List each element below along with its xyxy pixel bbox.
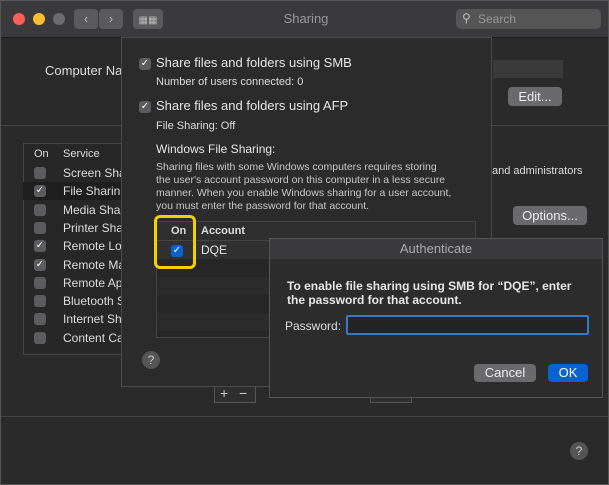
service-label: Screen Sha <box>63 166 126 180</box>
service-label: File Sharin <box>63 184 121 199</box>
divider <box>1 416 608 417</box>
back-button[interactable]: ‹ <box>74 9 98 29</box>
grid-icon: ▦▦ <box>138 15 158 26</box>
add-button[interactable]: + <box>220 385 228 401</box>
service-checkbox[interactable] <box>34 203 46 216</box>
service-row[interactable]: Bluetooth S <box>23 292 126 310</box>
windows-desc-line: Sharing files with some Windows computer… <box>156 161 437 173</box>
search-icon: ⚲ <box>462 11 471 25</box>
service-checkbox[interactable] <box>34 331 46 344</box>
edit-button[interactable]: Edit... <box>508 87 562 106</box>
service-checkbox[interactable] <box>34 167 46 179</box>
chevron-right-icon: › <box>108 11 114 26</box>
service-row[interactable]: Remote Ap <box>23 274 123 292</box>
search-placeholder: Search <box>478 12 517 26</box>
service-row[interactable]: Screen Sha <box>23 164 126 182</box>
service-label: Bluetooth S <box>63 294 126 309</box>
checkmark-icon: ✓ <box>35 185 45 197</box>
smb-users-connected: Number of users connected: 0 <box>156 76 304 88</box>
service-label: Printer Sha <box>63 220 124 235</box>
service-label: Media Shar <box>63 202 125 217</box>
accounts-account-header: Account <box>201 225 245 237</box>
close-button[interactable] <box>13 13 25 25</box>
service-checkbox[interactable] <box>34 295 46 308</box>
service-row[interactable]: ✓ Remote Lo <box>23 237 123 255</box>
cancel-button[interactable]: Cancel <box>474 364 536 382</box>
show-all-button[interactable]: ▦▦ <box>133 9 163 29</box>
search-field[interactable]: ⚲ Search <box>456 9 601 29</box>
afp-label: Share files and folders using AFP <box>156 98 349 113</box>
service-checkbox[interactable] <box>34 276 46 289</box>
service-label: Internet Sh <box>63 312 122 327</box>
service-checkbox[interactable]: ✓ <box>34 185 46 198</box>
service-checkbox[interactable]: ✓ <box>34 240 46 253</box>
zoom-button[interactable] <box>53 13 65 25</box>
service-label: Content Ca <box>63 330 124 345</box>
service-checkbox[interactable] <box>34 221 46 234</box>
computer-name-field[interactable] <box>493 60 563 78</box>
checkmark-icon: ✓ <box>35 240 45 252</box>
service-checkbox[interactable]: ✓ <box>34 258 46 271</box>
windows-desc-line: you must enter the password for that acc… <box>156 200 370 212</box>
service-row[interactable]: ✓ File Sharin <box>23 182 123 201</box>
windows-desc-line: the user's account password on this comp… <box>156 174 446 186</box>
service-label: Remote Ma <box>63 257 126 272</box>
service-row[interactable]: ✓ Remote Ma <box>23 256 126 274</box>
users-description: and administrators <box>492 165 583 177</box>
forward-button[interactable]: › <box>99 9 123 29</box>
checkmark-icon: ✓ <box>140 101 150 112</box>
service-on-header: On <box>34 148 49 160</box>
service-row[interactable]: Content Ca <box>23 329 124 347</box>
highlight-box <box>154 215 196 269</box>
afp-checkbox[interactable]: ✓ <box>139 101 151 113</box>
account-name: DQE <box>201 243 228 257</box>
auth-message-line: the password for that account. <box>287 293 462 307</box>
windows-sharing-heading: Windows File Sharing: <box>156 142 276 156</box>
authenticate-dialog: Authenticate To enable file sharing usin… <box>269 238 603 398</box>
sharing-window: ‹ › ▦▦ Sharing ⚲ Search Computer Na Edit… <box>0 0 609 485</box>
service-label: Remote Ap <box>63 275 123 290</box>
smb-label: Share files and folders using SMB <box>156 55 352 70</box>
ok-button[interactable]: OK <box>548 364 588 382</box>
password-label: Password: <box>285 319 342 333</box>
authenticate-title: Authenticate <box>270 239 602 259</box>
service-checkbox[interactable] <box>34 313 46 326</box>
window-title: Sharing <box>283 11 329 26</box>
help-button[interactable]: ? <box>570 442 588 460</box>
afp-status: File Sharing: Off <box>156 120 236 132</box>
checkmark-icon: ✓ <box>140 58 150 69</box>
service-row[interactable]: Internet Sh <box>23 310 123 328</box>
service-row[interactable]: Media Shar <box>23 201 125 219</box>
service-header: Service <box>63 148 100 160</box>
computer-name-label: Computer Na <box>45 63 123 78</box>
smb-checkbox[interactable]: ✓ <box>139 58 151 70</box>
auth-message-line: To enable file sharing using SMB for “DQ… <box>287 279 572 293</box>
minimize-button[interactable] <box>33 13 45 25</box>
add-remove-bar: + − <box>214 385 256 403</box>
chevron-left-icon: ‹ <box>83 11 89 26</box>
service-label: Remote Lo <box>63 239 122 254</box>
options-button[interactable]: Options... <box>513 206 587 225</box>
windows-desc-line: manner. When you enable Windows sharing … <box>156 187 452 199</box>
title-bar: ‹ › ▦▦ Sharing ⚲ Search <box>1 1 608 38</box>
service-row[interactable]: Printer Sha <box>23 219 123 237</box>
checkmark-icon: ✓ <box>35 258 45 270</box>
password-field[interactable] <box>346 315 589 335</box>
sheet-help-button[interactable]: ? <box>142 351 160 369</box>
remove-button[interactable]: − <box>239 385 247 401</box>
